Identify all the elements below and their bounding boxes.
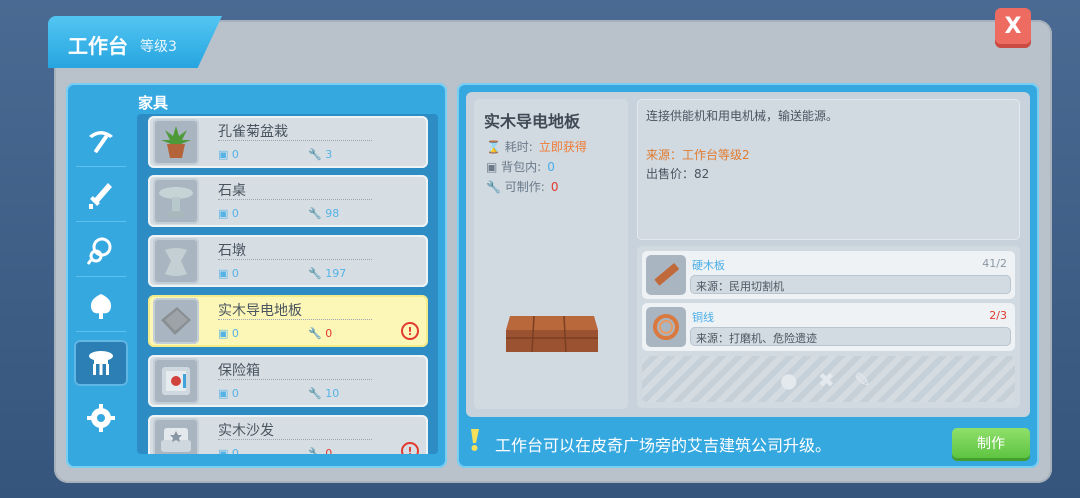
potion-icon bbox=[90, 294, 112, 319]
bag-count: ▣ 0 bbox=[218, 148, 239, 161]
material-name: 铜线 bbox=[692, 311, 714, 324]
item-name: 孔雀菊盆栽 bbox=[218, 124, 288, 140]
material-source: 来源：打磨机、危险遗迹 bbox=[690, 327, 1011, 346]
list-item[interactable]: 石墩 ▣ 0 🔧 197 bbox=[148, 235, 428, 287]
divider bbox=[218, 140, 372, 141]
item-name: 实木导电地板 bbox=[218, 303, 302, 319]
window-title: 工作台 bbox=[68, 34, 128, 58]
divider bbox=[218, 199, 372, 200]
material-count: 41/2 bbox=[982, 257, 1007, 270]
potted-plant-icon bbox=[153, 119, 199, 165]
sidebar-divider bbox=[76, 276, 126, 277]
chain-icon bbox=[86, 237, 112, 265]
material-row[interactable]: 铜线 2/3 来源：打磨机、危险遗迹 bbox=[642, 303, 1015, 351]
close-button[interactable]: X bbox=[995, 8, 1031, 44]
sidebar-tab-accessories[interactable] bbox=[74, 228, 128, 274]
divider bbox=[218, 259, 372, 260]
material-source: 来源：民用切割机 bbox=[690, 275, 1011, 294]
craftable-amount: 🔧 可制作: 0 bbox=[486, 180, 559, 194]
sidebar-divider bbox=[76, 166, 126, 167]
list-item-selected[interactable]: 实木导电地板 ▣ 0 🔧 0 ! bbox=[148, 295, 428, 347]
item-name: 石桌 bbox=[218, 183, 246, 199]
item-name: 石墩 bbox=[218, 243, 246, 259]
bag-amount: ▣ 背包内: 0 bbox=[486, 160, 555, 174]
item-source: 来源：工作台等级2 bbox=[646, 148, 750, 162]
material-empty-slot: ● ✖ ✎ bbox=[642, 356, 1015, 402]
cross-icon: ✖ bbox=[818, 368, 835, 392]
category-label: 家具 bbox=[138, 94, 169, 112]
divider bbox=[218, 319, 372, 320]
divider bbox=[218, 439, 372, 440]
sidebar-divider bbox=[76, 331, 126, 332]
material-row[interactable]: 硬木板 41/2 来源：民用切割机 bbox=[642, 251, 1015, 299]
safe-icon bbox=[153, 358, 199, 404]
wood-floor-preview-icon bbox=[506, 315, 598, 353]
material-name: 硬木板 bbox=[692, 259, 725, 272]
pickaxe-icon bbox=[89, 131, 113, 153]
exclamation-icon bbox=[471, 429, 479, 451]
sword-icon bbox=[89, 183, 112, 209]
sidebar-tab-components[interactable] bbox=[74, 395, 128, 441]
detail-item-name: 实木导电地板 bbox=[484, 112, 581, 131]
craft-time: ⌛ 耗时: 立即获得 bbox=[486, 140, 587, 154]
wrench-icon: ✎ bbox=[854, 368, 871, 392]
list-item[interactable]: 保险箱 ▣ 0 🔧 10 bbox=[148, 355, 428, 407]
sidebar-tab-consumables[interactable] bbox=[74, 283, 128, 329]
hardwood-plank-icon bbox=[646, 255, 686, 295]
warning-icon: ! bbox=[401, 442, 419, 454]
copper-wire-icon bbox=[646, 307, 686, 347]
item-description: 连接供能机和用电机械，输送能源。 bbox=[646, 109, 839, 123]
stone-stool-icon bbox=[153, 238, 199, 284]
item-name: 保险箱 bbox=[218, 363, 260, 379]
window-level: 等级3 bbox=[140, 39, 177, 55]
wood-floor-icon bbox=[153, 298, 199, 344]
stone-table-icon bbox=[153, 178, 199, 224]
item-price: 出售价：82 bbox=[646, 167, 710, 181]
item-name: 实木沙发 bbox=[218, 423, 274, 439]
list-clip: 实木沙发 ▣ 0 🔧 0 ! bbox=[137, 414, 438, 454]
sidebar-tab-furniture[interactable] bbox=[74, 340, 128, 386]
gear-icon bbox=[87, 404, 115, 432]
bag-count: ▣ 0 bbox=[218, 267, 239, 280]
warning-icon: ! bbox=[401, 322, 419, 340]
bag-count: ▣ 0 bbox=[218, 447, 239, 454]
craftable-count: 🔧 197 bbox=[308, 267, 347, 280]
sidebar-tab-tools[interactable] bbox=[74, 118, 128, 164]
sofa-icon bbox=[153, 418, 199, 454]
list-item[interactable]: 石桌 ▣ 0 🔧 98 bbox=[148, 175, 428, 227]
material-count: 2/3 bbox=[989, 309, 1007, 322]
close-icon: X bbox=[1004, 13, 1022, 39]
craftable-count: 🔧 98 bbox=[308, 207, 340, 220]
craftable-count: 🔧 10 bbox=[308, 387, 340, 400]
list-item[interactable]: 实木沙发 ▣ 0 🔧 0 ! bbox=[148, 415, 428, 454]
sidebar-divider bbox=[76, 221, 126, 222]
bag-count: ▣ 0 bbox=[218, 327, 239, 340]
list-item[interactable]: 孔雀菊盆栽 ▣ 0 🔧 3 bbox=[148, 116, 428, 168]
bag-count: ▣ 0 bbox=[218, 387, 239, 400]
apple-icon: ● bbox=[780, 368, 798, 392]
craftable-count: 🔧 3 bbox=[308, 148, 333, 161]
bag-count: ▣ 0 bbox=[218, 207, 239, 220]
craftable-count: 🔧 0 bbox=[308, 327, 333, 340]
craftable-count: 🔧 0 bbox=[308, 447, 333, 454]
sidebar-tab-weapons[interactable] bbox=[74, 173, 128, 219]
table-icon bbox=[89, 351, 113, 375]
upgrade-tip: 工作台可以在皮奇广场旁的艾吉建筑公司升级。 bbox=[495, 436, 832, 455]
divider bbox=[218, 379, 372, 380]
craft-button[interactable]: 制作 bbox=[952, 428, 1030, 458]
